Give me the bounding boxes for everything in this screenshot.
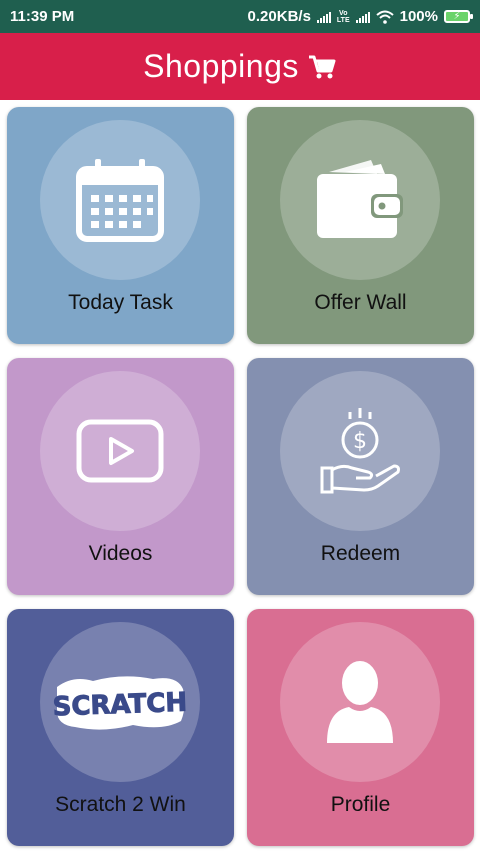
tile-videos[interactable]: Videos	[7, 358, 234, 595]
tile-label: Videos	[88, 542, 153, 565]
tile-label: Redeem	[320, 542, 401, 565]
menu-grid: Today Task Offer Wall Videos $ Redeem SC…	[0, 100, 480, 853]
app-bar: Shoppings	[0, 33, 480, 100]
coin-hand-icon: $	[320, 408, 400, 494]
tile-profile[interactable]: Profile	[247, 609, 474, 846]
wallet-icon	[317, 160, 403, 238]
tile-today-task[interactable]: Today Task	[7, 107, 234, 344]
tile-scratch-2-win[interactable]: SCRATCH Scratch 2 Win	[7, 609, 234, 846]
scratch-logo-text: SCRATCH	[53, 688, 187, 723]
wifi-icon	[375, 10, 394, 24]
volte-icon: Vo LTE	[336, 9, 350, 24]
tile-label: Profile	[330, 793, 391, 816]
cart-icon	[307, 53, 337, 81]
status-right: 0.20KB/s Vo LTE 100% ⚡	[247, 8, 473, 25]
tile-redeem[interactable]: $ Redeem	[247, 358, 474, 595]
scratch-logo: SCRATCH	[53, 676, 187, 730]
app-title: Shoppings	[143, 48, 299, 84]
user-icon	[327, 661, 393, 743]
status-time: 11:39 PM	[10, 8, 75, 25]
network-speed: 0.20KB/s	[247, 8, 311, 25]
svg-text:$: $	[353, 429, 367, 454]
signal-icon	[316, 11, 331, 23]
tile-label: Scratch 2 Win	[55, 793, 186, 816]
status-bar: 11:39 PM 0.20KB/s Vo LTE 100% ⚡	[0, 0, 480, 33]
icon-circle	[280, 622, 440, 782]
icon-circle	[280, 120, 440, 280]
calendar-icon	[76, 159, 164, 242]
play-video-icon	[76, 419, 164, 483]
icon-circle	[40, 371, 200, 531]
signal-icon-2	[355, 11, 370, 23]
icon-circle	[40, 120, 200, 280]
icon-circle: $	[280, 371, 440, 531]
tile-offer-wall[interactable]: Offer Wall	[247, 107, 474, 344]
tile-label: Offer Wall	[314, 291, 407, 314]
battery-icon: ⚡	[444, 10, 473, 23]
icon-circle: SCRATCH	[40, 622, 200, 782]
battery-percent: 100%	[399, 8, 438, 25]
tile-label: Today Task	[68, 291, 173, 314]
